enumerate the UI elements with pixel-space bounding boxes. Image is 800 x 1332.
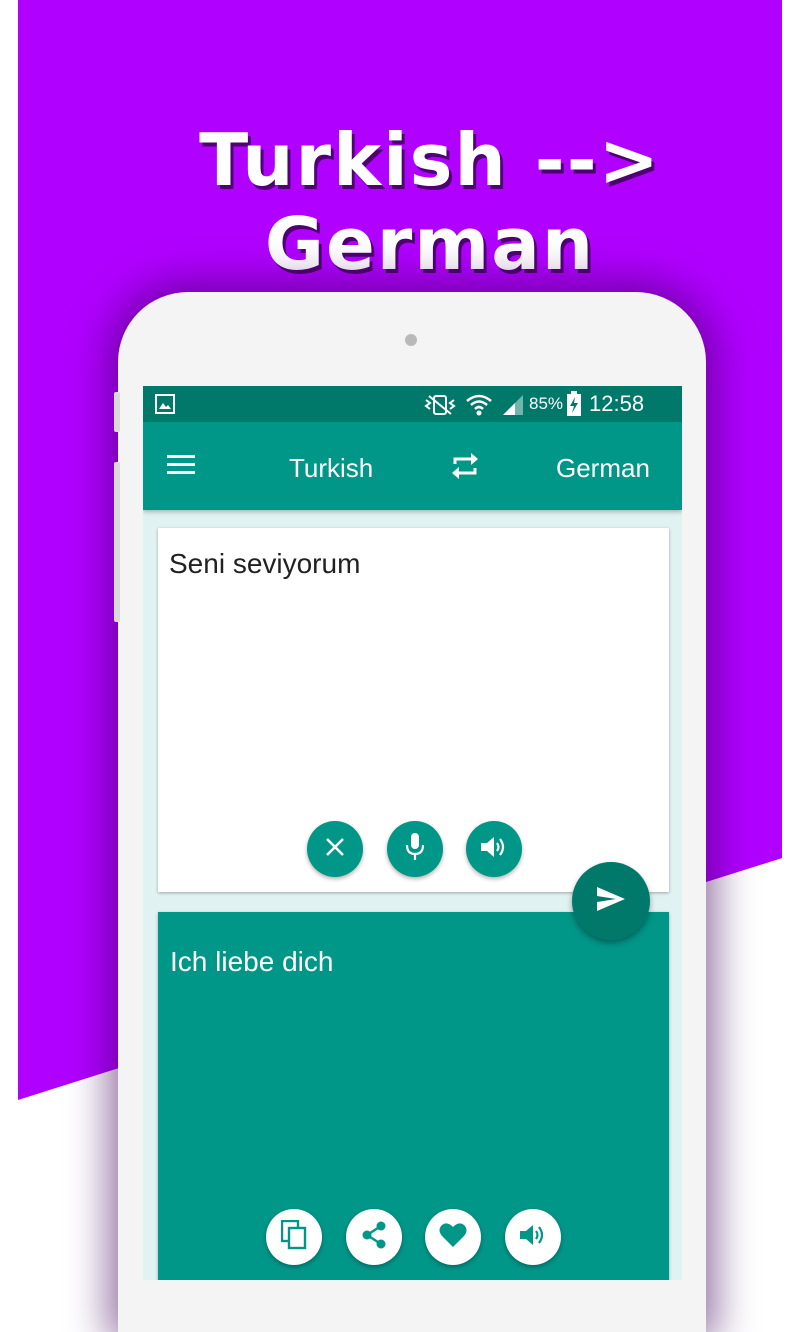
share-button[interactable] <box>346 1209 402 1265</box>
speak-source-button[interactable] <box>466 821 522 877</box>
copy-icon <box>280 1219 307 1255</box>
menu-icon[interactable] <box>167 454 197 481</box>
signal-icon <box>501 393 525 422</box>
system-icons <box>423 393 525 422</box>
clear-icon <box>324 836 346 863</box>
app-screen: 85% 12:58 Turkish German Seni seviyorum … <box>143 386 682 1280</box>
app-toolbar: Turkish German <box>143 422 682 510</box>
vibrate-icon <box>423 394 457 421</box>
speaker-icon <box>480 834 508 865</box>
favorite-button[interactable] <box>425 1209 481 1265</box>
voice-input-button[interactable] <box>387 821 443 877</box>
favorite-icon <box>439 1222 467 1253</box>
translate-button[interactable] <box>572 862 650 940</box>
output-card: Ich liebe dich <box>158 912 669 1280</box>
phone-side-button <box>114 462 120 622</box>
clear-button[interactable] <box>307 821 363 877</box>
status-bar: 85% 12:58 <box>143 386 682 422</box>
input-card[interactable]: Seni seviyorum <box>158 528 669 892</box>
gallery-icon <box>155 394 175 419</box>
source-text-input[interactable]: Seni seviyorum <box>169 548 360 580</box>
wifi-icon <box>465 393 493 422</box>
target-language-selector[interactable]: German <box>556 453 650 484</box>
phone-camera <box>405 334 417 346</box>
translated-text: Ich liebe dich <box>170 946 334 977</box>
swap-icon[interactable] <box>449 450 481 487</box>
status-clock: 12:58 <box>589 391 645 416</box>
speak-translation-button[interactable] <box>505 1209 561 1265</box>
send-icon <box>595 885 627 918</box>
battery-percent: 85% <box>529 394 564 413</box>
battery-charging-icon <box>566 391 582 422</box>
speaker-icon <box>519 1222 547 1253</box>
share-icon <box>361 1221 387 1254</box>
copy-button[interactable] <box>266 1209 322 1265</box>
mic-icon <box>404 832 426 867</box>
source-language-selector[interactable]: Turkish <box>289 453 373 484</box>
promo-headline: Turkish --> German <box>199 118 661 286</box>
phone-side-button <box>114 392 120 432</box>
